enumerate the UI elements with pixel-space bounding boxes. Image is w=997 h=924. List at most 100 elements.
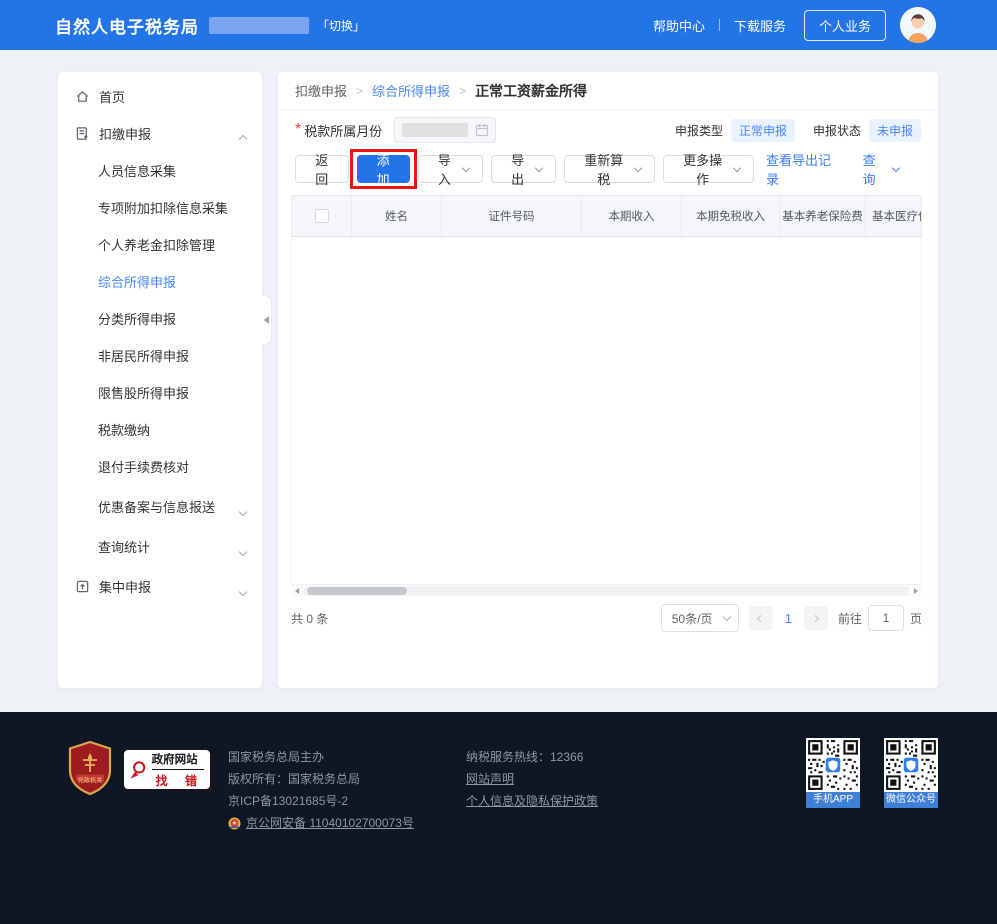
col-current-income: 本期收入 bbox=[582, 196, 682, 236]
more-actions-dropdown-button[interactable]: 更多操作 bbox=[663, 155, 754, 183]
import-dropdown-button[interactable]: 导入 bbox=[418, 155, 483, 183]
sidebar-item-label: 查询统计 bbox=[98, 537, 150, 556]
declare-type-badge: 正常申报 bbox=[731, 119, 795, 142]
sidebar-item-special-deduction-info[interactable]: 专项附加扣除信息采集 bbox=[58, 189, 262, 226]
footer-copyright-line: 版权所有：国家税务总局 bbox=[228, 768, 414, 790]
sidebar-item-classified-income[interactable]: 分类所得申报 bbox=[58, 300, 262, 337]
add-button[interactable]: 添加 bbox=[357, 155, 410, 183]
declare-status-label: 申报状态 bbox=[813, 122, 861, 139]
sidebar-item-home[interactable]: 首页 bbox=[58, 78, 262, 115]
qr-code-icon bbox=[884, 738, 938, 792]
tax-month-label: 税款所属月份 bbox=[304, 121, 382, 140]
org-name-redacted bbox=[209, 17, 309, 34]
pagination-bar: 共 0 条 50条/页 1 前往 页 bbox=[291, 604, 922, 632]
view-export-records-link[interactable]: 查看导出记录 bbox=[766, 150, 843, 188]
sidebar-item-label: 专项附加扣除信息采集 bbox=[98, 198, 228, 217]
scroll-left-arrow[interactable] bbox=[291, 585, 303, 597]
recalc-label: 重新算税 bbox=[578, 150, 629, 188]
site-footer: 党政机关 政府网站 找 错 国家税务总局主办 版权所有：国家税务总局 京ICP备… bbox=[0, 712, 997, 924]
footer-legal-column: 国家税务总局主办 版权所有：国家税务总局 京ICP备13021685号-2 京公… bbox=[228, 746, 414, 834]
mobile-app-qr-label: 手机APP bbox=[806, 792, 860, 808]
chevron-down-icon bbox=[535, 163, 543, 171]
tax-month-input[interactable] bbox=[394, 117, 496, 143]
sidebar-item-nonresident-income[interactable]: 非居民所得申报 bbox=[58, 337, 262, 374]
import-label: 导入 bbox=[432, 150, 457, 188]
chevron-down-icon bbox=[634, 163, 642, 171]
avatar-person-icon bbox=[900, 7, 936, 43]
next-page-button[interactable] bbox=[804, 606, 828, 630]
col-pension-insurance: 基本养老保险费 bbox=[780, 196, 866, 236]
footer-service-column: 纳税服务热线：12366 网站声明 个人信息及隐私保护政策 bbox=[466, 746, 598, 812]
breadcrumb: 扣缴申报 > 综合所得申报 > 正常工资薪金所得 bbox=[278, 72, 938, 110]
breadcrumb-separator: > bbox=[356, 84, 363, 98]
sidebar-item-preferential-filing[interactable]: 优惠备案与信息报送 bbox=[58, 488, 262, 525]
sidebar-item-label: 人员信息采集 bbox=[98, 161, 176, 180]
breadcrumb-current: 正常工资薪金所得 bbox=[475, 81, 587, 101]
privacy-policy-link[interactable]: 个人信息及隐私保护政策 bbox=[466, 794, 598, 808]
table-header-row: 姓名 证件号码 本期收入 本期免税收入 基本养老保险费 基本医疗保险费 bbox=[291, 195, 922, 237]
pagination-controls: 50条/页 1 前往 页 bbox=[661, 604, 922, 632]
help-center-link[interactable]: 帮助中心 bbox=[653, 16, 705, 35]
scrollbar-thumb[interactable] bbox=[307, 587, 407, 595]
party-government-shield-badge: 党政机关 bbox=[66, 740, 114, 796]
sidebar-item-comprehensive-income[interactable]: 综合所得申报 bbox=[58, 263, 262, 300]
scrollbar-track[interactable] bbox=[303, 586, 910, 596]
current-page[interactable]: 1 bbox=[783, 611, 794, 626]
col-medical-insurance: 基本医疗保险费 bbox=[866, 196, 921, 236]
centralized-declare-icon bbox=[74, 579, 90, 595]
page-size-select[interactable]: 50条/页 bbox=[661, 604, 739, 632]
date-value-redacted bbox=[402, 123, 468, 137]
home-icon bbox=[74, 89, 90, 105]
sidebar-item-pension-deduction[interactable]: 个人养老金扣除管理 bbox=[58, 226, 262, 263]
recalculate-tax-dropdown-button[interactable]: 重新算税 bbox=[564, 155, 655, 183]
site-statement-link[interactable]: 网站声明 bbox=[466, 772, 514, 786]
magnifier-icon bbox=[129, 758, 148, 782]
breadcrumb-item[interactable]: 综合所得申报 bbox=[372, 81, 450, 100]
back-button[interactable]: 返回 bbox=[295, 155, 349, 183]
gov-site-error-report-badge[interactable]: 政府网站 找 错 bbox=[122, 748, 212, 791]
find-error-label: 找 错 bbox=[152, 772, 204, 789]
query-label: 查询 bbox=[863, 150, 888, 188]
prev-page-button[interactable] bbox=[749, 606, 773, 630]
sidebar-item-label: 税款缴纳 bbox=[98, 420, 150, 439]
scroll-right-arrow[interactable] bbox=[910, 585, 922, 597]
app-title: 自然人电子税务局 bbox=[55, 13, 199, 38]
sidebar-item-refund-fee-check[interactable]: 退付手续费核对 bbox=[58, 448, 262, 485]
breadcrumb-item[interactable]: 扣缴申报 bbox=[295, 81, 347, 100]
chevron-left-icon bbox=[757, 614, 764, 621]
add-button-highlight-box: 添加 bbox=[357, 155, 410, 183]
data-table: 姓名 证件号码 本期收入 本期免税收入 基本养老保险费 基本医疗保险费 bbox=[291, 195, 922, 596]
query-dropdown-link[interactable]: 查询 bbox=[863, 150, 899, 188]
chevron-down-icon bbox=[733, 163, 741, 171]
nav-divider bbox=[719, 19, 720, 31]
sidebar-item-tax-payment[interactable]: 税款缴纳 bbox=[58, 411, 262, 448]
switch-entity-link[interactable]: 「切换」 bbox=[317, 17, 365, 34]
export-dropdown-button[interactable]: 导出 bbox=[491, 155, 556, 183]
chevron-up-icon bbox=[240, 130, 246, 145]
total-count: 共 0 条 bbox=[291, 610, 328, 627]
police-record-link[interactable]: 京公网安备 11040102700073号 bbox=[246, 812, 414, 834]
select-all-cell bbox=[292, 196, 352, 236]
sidebar-collapse-handle[interactable] bbox=[262, 295, 272, 345]
goto-page-group: 前往 页 bbox=[838, 605, 922, 631]
footer-host-line: 国家税务总局主办 bbox=[228, 746, 414, 768]
footer-police-line: 京公网安备 11040102700073号 bbox=[228, 812, 414, 834]
breadcrumb-separator: > bbox=[459, 84, 466, 98]
avatar[interactable] bbox=[900, 7, 936, 43]
sidebar-item-label: 扣缴申报 bbox=[99, 124, 151, 143]
toolbar: 返回 添加 导入 导出 重新算税 更多操作 查看导出记录 查询 bbox=[278, 150, 938, 188]
horizontal-scrollbar bbox=[291, 584, 922, 596]
declare-type-label: 申报类型 bbox=[675, 122, 723, 139]
chevron-down-icon bbox=[462, 163, 470, 171]
sidebar-item-restricted-shares-income[interactable]: 限售股所得申报 bbox=[58, 374, 262, 411]
sidebar-item-personnel-info[interactable]: 人员信息采集 bbox=[58, 152, 262, 189]
sidebar-item-withholding-declare[interactable]: 扣缴申报 bbox=[58, 115, 262, 152]
sidebar-item-centralized-declare[interactable]: 集中申报 bbox=[58, 568, 262, 605]
sidebar-item-label: 分类所得申报 bbox=[98, 309, 176, 328]
sidebar-item-query-statistics[interactable]: 查询统计 bbox=[58, 528, 262, 565]
download-service-link[interactable]: 下载服务 bbox=[734, 16, 786, 35]
select-all-checkbox[interactable] bbox=[315, 209, 329, 223]
personal-business-button[interactable]: 个人业务 bbox=[804, 10, 886, 41]
goto-page-input[interactable] bbox=[868, 605, 904, 631]
col-id-number: 证件号码 bbox=[442, 196, 582, 236]
